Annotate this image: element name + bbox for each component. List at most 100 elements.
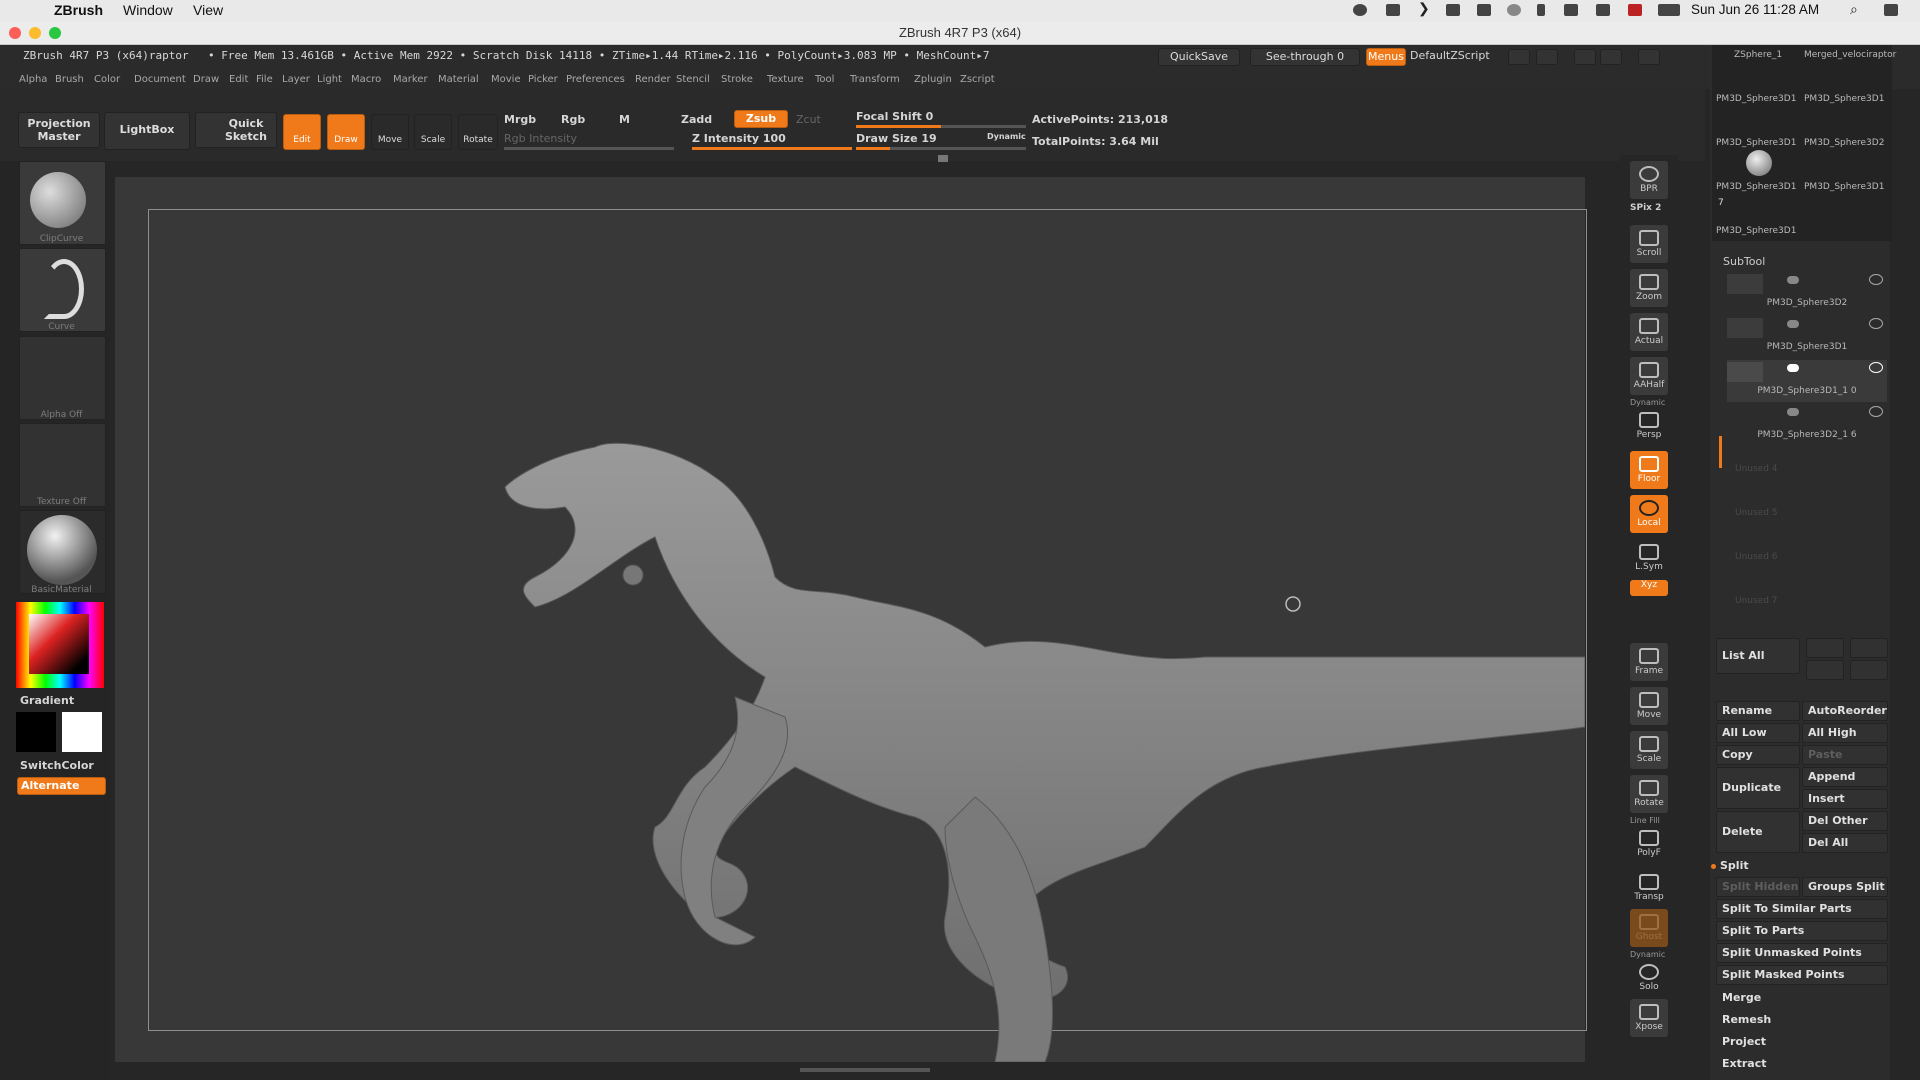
split-to-similar-parts-button[interactable]: Split To Similar Parts xyxy=(1716,899,1888,919)
switchcolor-button[interactable]: SwitchColor xyxy=(20,759,94,772)
del-other-button[interactable]: Del Other xyxy=(1802,811,1888,831)
menu-draw[interactable]: Draw xyxy=(193,74,219,85)
material-thumb[interactable] xyxy=(19,510,106,594)
subtool-title[interactable]: SubTool xyxy=(1723,255,1765,268)
tool-thumb-pm3d-6[interactable]: PM3D_Sphere3D1 xyxy=(1804,182,1884,192)
menubar-datetime[interactable]: Sun Jun 26 11:28 AM xyxy=(1691,2,1819,17)
draw-mode-button[interactable]: Draw xyxy=(327,114,365,150)
menu-view[interactable]: View xyxy=(193,2,223,18)
subtool-item[interactable]: PM3D_Sphere3D2 xyxy=(1727,272,1887,314)
zadd-toggle[interactable]: Zadd xyxy=(681,113,712,126)
move-view-button[interactable]: Move xyxy=(1630,687,1668,725)
volume-icon[interactable] xyxy=(1596,4,1610,16)
move-down-arrow-icon[interactable] xyxy=(1850,638,1888,658)
lsym-button[interactable]: L.Sym xyxy=(1630,539,1668,577)
tool-thumb-pm3d-3[interactable]: PM3D_Sphere3D1 xyxy=(1716,138,1796,148)
curve-stroke-thumb[interactable] xyxy=(19,248,106,332)
tool-thumb-zsphere[interactable]: ZSphere_1 xyxy=(1734,50,1782,60)
del-all-button[interactable]: Del All xyxy=(1802,833,1888,853)
menu-alpha[interactable]: Alpha xyxy=(19,74,47,85)
menu-brush[interactable]: Brush xyxy=(55,74,84,85)
insert-button[interactable]: Insert xyxy=(1802,789,1888,809)
draw-size-track[interactable] xyxy=(856,147,1026,150)
menu-preferences[interactable]: Preferences xyxy=(566,74,625,85)
groups-split-button[interactable]: Groups Split xyxy=(1802,877,1888,897)
spotlight-search-icon[interactable]: ⌕ xyxy=(1850,1,1864,17)
list-all-button[interactable]: List All xyxy=(1716,638,1800,674)
wifi-icon[interactable] xyxy=(1564,4,1578,16)
merge-section[interactable]: Merge xyxy=(1716,988,1888,1008)
focal-shift-slider[interactable]: Focal Shift 0 xyxy=(856,110,933,123)
rename-button[interactable]: Rename xyxy=(1716,701,1800,721)
rotate-y-icon[interactable] xyxy=(1630,600,1668,616)
default-zscript-button[interactable]: DefaultZScript xyxy=(1410,49,1490,62)
tool-thumb-merged-velociraptor[interactable]: Merged_velociraptor xyxy=(1804,50,1896,60)
project-section[interactable]: Project xyxy=(1716,1032,1888,1052)
menu-render[interactable]: Render xyxy=(635,74,671,85)
ghost-button[interactable]: Ghost xyxy=(1630,909,1668,947)
polypaint-toggle-icon[interactable] xyxy=(1787,364,1799,372)
remesh-section[interactable]: Remesh xyxy=(1716,1010,1888,1030)
dropbox-icon[interactable] xyxy=(1386,4,1400,16)
subtool-item[interactable]: PM3D_Sphere3D1 xyxy=(1727,316,1887,358)
tool-thumb-pm3d-2[interactable]: PM3D_Sphere3D1 xyxy=(1804,94,1884,104)
extract-section[interactable]: Extract xyxy=(1716,1054,1888,1074)
chevron-right-icon[interactable]: ❯ xyxy=(1418,0,1432,16)
menu-file[interactable]: File xyxy=(256,74,273,85)
autoreorder-button[interactable]: AutoReorder xyxy=(1802,701,1888,721)
delete-button[interactable]: Delete xyxy=(1716,811,1800,853)
top-tray-handle[interactable] xyxy=(938,155,948,162)
transp-button[interactable]: Transp xyxy=(1630,869,1668,907)
ui-scheme-2-icon[interactable] xyxy=(1600,49,1622,65)
menu-layer[interactable]: Layer xyxy=(282,74,310,85)
rgb-intensity-slider[interactable]: Rgb Intensity xyxy=(504,132,577,145)
zsub-toggle[interactable]: Zsub xyxy=(734,110,788,128)
append-button[interactable]: Append xyxy=(1802,767,1888,787)
zoom-icon[interactable] xyxy=(49,27,61,39)
split-hidden-button[interactable]: Split Hidden xyxy=(1716,877,1800,897)
dynamic-toggle[interactable]: Dynamic xyxy=(987,132,1026,141)
projection-master-button[interactable]: Projection Master xyxy=(18,112,100,148)
gradient-label[interactable]: Gradient xyxy=(20,694,74,707)
notification-center-icon[interactable] xyxy=(1884,4,1898,16)
color-picker[interactable] xyxy=(16,602,104,688)
raptor-model[interactable] xyxy=(115,177,1585,1062)
rotate-z-icon[interactable] xyxy=(1630,620,1668,636)
tool-thumb-pm3d-7[interactable]: PM3D_Sphere3D1 xyxy=(1716,226,1796,236)
polyf-button[interactable]: PolyF xyxy=(1630,825,1668,863)
subtool-item-selected[interactable]: PM3D_Sphere3D1_1 0 xyxy=(1727,360,1887,402)
actual-button[interactable]: Actual xyxy=(1630,313,1668,351)
polypaint-toggle-icon[interactable] xyxy=(1787,276,1799,284)
copy-button[interactable]: Copy xyxy=(1716,745,1800,765)
lock-icon[interactable] xyxy=(1638,49,1660,65)
move-to-bottom-icon[interactable] xyxy=(1850,660,1888,680)
see-through-slider[interactable]: See-through 0 xyxy=(1250,48,1360,66)
menu-window[interactable]: Window xyxy=(123,2,173,18)
edit-mode-button[interactable]: Edit xyxy=(283,114,321,150)
rotate-view-button[interactable]: Rotate xyxy=(1630,775,1668,813)
move-up-arrow-icon[interactable] xyxy=(1806,638,1844,658)
creative-cloud-icon[interactable] xyxy=(1353,4,1367,16)
menu-stroke[interactable]: Stroke xyxy=(721,74,753,85)
menu-document[interactable]: Document xyxy=(134,74,186,85)
menu-stencil[interactable]: Stencil xyxy=(676,74,710,85)
menu-material[interactable]: Material xyxy=(438,74,479,85)
menu-texture[interactable]: Texture xyxy=(767,74,804,85)
menu-zscript[interactable]: Zscript xyxy=(960,74,995,85)
menu-light[interactable]: Light xyxy=(317,74,342,85)
flag-us-icon[interactable] xyxy=(1628,4,1642,16)
bottom-tray-handle[interactable] xyxy=(800,1068,930,1072)
tool-thumb-pm3d-4[interactable]: PM3D_Sphere3D2 xyxy=(1804,138,1884,148)
split-section-title[interactable]: Split xyxy=(1720,859,1749,872)
polypaint-toggle-icon[interactable] xyxy=(1787,408,1799,416)
move-mode-button[interactable]: Move xyxy=(371,114,409,150)
polypaint-toggle-icon[interactable] xyxy=(1787,320,1799,328)
all-high-button[interactable]: All High xyxy=(1802,723,1888,743)
subtool-item[interactable]: PM3D_Sphere3D2_1 6 xyxy=(1727,404,1887,446)
rgb-intensity-track[interactable] xyxy=(504,147,674,150)
menu-edit[interactable]: Edit xyxy=(229,74,248,85)
menu-color[interactable]: Color xyxy=(94,74,120,85)
secondary-color-swatch[interactable] xyxy=(16,712,56,752)
paste-button[interactable]: Paste xyxy=(1802,745,1888,765)
bpr-button[interactable]: BPR xyxy=(1630,161,1668,199)
